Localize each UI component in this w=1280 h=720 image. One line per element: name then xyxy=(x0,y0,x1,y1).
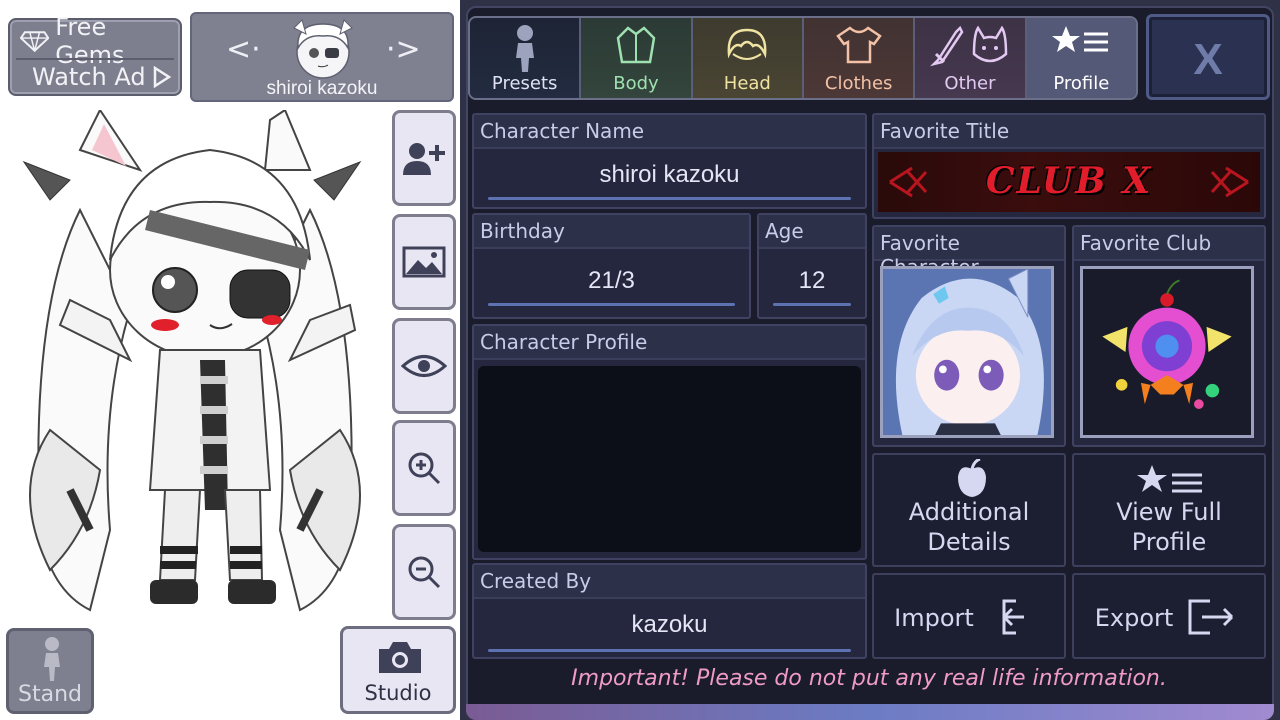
privacy-notice: Important! Please do not put any real li… xyxy=(571,666,1167,691)
birthday-field[interactable]: 21/3 xyxy=(474,267,749,295)
tab-other[interactable]: Other xyxy=(915,18,1027,98)
free-gems-panel[interactable]: Free Gems Watch Ad xyxy=(8,13,182,96)
favorite-title-label: Favorite Title xyxy=(880,119,1010,143)
shirt-icon xyxy=(835,26,882,64)
add-character-button[interactable] xyxy=(392,110,456,206)
additional-details-button[interactable]: Additional Details xyxy=(872,453,1066,567)
star-list-icon xyxy=(1052,26,1109,52)
birthday-box: Birthday 21/3 xyxy=(472,213,751,319)
gem-icon xyxy=(20,31,50,52)
created-by-label: Created By xyxy=(480,569,592,593)
birthday-label: Birthday xyxy=(480,219,565,243)
favorite-title-banner[interactable]: CLUB X xyxy=(878,152,1260,212)
title-right-arrow-icon xyxy=(1210,166,1249,198)
character-profile-textarea[interactable] xyxy=(478,366,861,552)
age-box: Age 12 xyxy=(757,213,867,319)
import-icon xyxy=(1002,599,1024,635)
import-button[interactable]: Import xyxy=(872,573,1066,659)
zoom-out-button[interactable] xyxy=(392,524,456,620)
tab-other-label: Other xyxy=(944,73,996,94)
studio-label: Studio xyxy=(364,681,432,705)
background-button[interactable] xyxy=(392,214,456,310)
tab-clothes-label: Clothes xyxy=(824,73,893,94)
age-label: Age xyxy=(765,219,804,243)
stand-button[interactable]: Stand xyxy=(6,628,94,714)
close-icon: X xyxy=(1193,35,1223,84)
character-selector: <· ·> shiroi kazoku xyxy=(190,12,454,102)
created-by-box: Created By kazoku xyxy=(472,563,867,659)
background-icon xyxy=(402,246,446,278)
character-name-label: Character Name xyxy=(480,119,645,143)
watch-ad-label: Watch Ad xyxy=(32,63,146,91)
zoom-in-icon xyxy=(408,452,441,485)
studio-button[interactable]: Studio xyxy=(340,626,456,714)
zoom-out-icon xyxy=(408,556,441,589)
tab-head[interactable]: Head xyxy=(692,18,804,98)
category-tabs: Presets Body Head Clothes Other Profile xyxy=(468,16,1138,100)
character-select-name: shiroi kazoku xyxy=(266,78,378,99)
export-icon xyxy=(1188,599,1234,635)
person-icon xyxy=(44,637,60,681)
hair-icon xyxy=(727,28,767,60)
tab-head-label: Head xyxy=(723,73,771,94)
prev-character-button[interactable]: <· xyxy=(226,34,261,66)
camera-icon xyxy=(379,642,421,673)
created-by-field[interactable]: kazoku xyxy=(474,611,865,639)
play-icon xyxy=(153,66,171,88)
age-field[interactable]: 12 xyxy=(759,267,865,295)
export-label: Export xyxy=(1094,604,1174,632)
zoom-in-button[interactable] xyxy=(392,420,456,516)
tab-profile-label: Profile xyxy=(1053,73,1110,94)
import-label: Import xyxy=(894,604,974,632)
export-button[interactable]: Export xyxy=(1072,573,1266,659)
tab-body-label: Body xyxy=(613,73,659,94)
favorite-character-portrait[interactable] xyxy=(880,266,1054,438)
birthday-underline xyxy=(488,303,735,306)
tab-body[interactable]: Body xyxy=(581,18,693,98)
tab-profile[interactable]: Profile xyxy=(1026,18,1136,98)
free-gems-button[interactable]: Free Gems xyxy=(20,13,180,69)
divider xyxy=(16,58,174,60)
favorite-club-emblem[interactable] xyxy=(1080,266,1254,438)
name-underline xyxy=(488,197,851,200)
favorite-club-label: Favorite Club xyxy=(1080,231,1212,255)
sword-cat-icon xyxy=(929,25,1008,67)
character-name-field[interactable]: shiroi kazoku xyxy=(474,161,865,189)
age-underline xyxy=(773,303,851,306)
view-full-profile-label: View Full Profile xyxy=(1116,498,1222,556)
add-character-icon xyxy=(403,143,445,175)
tab-presets-label: Presets xyxy=(491,73,558,94)
character-preview[interactable] xyxy=(10,110,380,620)
view-full-profile-button[interactable]: View Full Profile xyxy=(1072,453,1266,567)
tab-presets[interactable]: Presets xyxy=(470,18,582,98)
character-profile-label: Character Profile xyxy=(480,330,648,354)
created-by-underline xyxy=(488,649,851,652)
eye-icon xyxy=(401,355,447,377)
panel-bottom-strip xyxy=(466,704,1274,720)
visibility-button[interactable] xyxy=(392,318,456,414)
free-gems-label: Free Gems xyxy=(55,13,125,69)
jacket-icon xyxy=(616,26,656,64)
star-list-icon xyxy=(1137,465,1202,493)
presets-icon xyxy=(515,25,534,72)
close-button[interactable]: X xyxy=(1146,14,1270,100)
next-character-button[interactable]: ·> xyxy=(386,34,421,66)
watch-ad-button[interactable]: Watch Ad xyxy=(32,62,172,92)
character-thumbnail[interactable] xyxy=(288,18,358,82)
character-name-box: Character Name shiroi kazoku xyxy=(472,113,867,209)
additional-details-label: Additional Details xyxy=(908,498,1030,556)
tab-clothes[interactable]: Clothes xyxy=(803,18,916,98)
character-profile-box: Character Profile xyxy=(472,324,867,560)
stand-label: Stand xyxy=(18,682,82,707)
apple-icon xyxy=(958,459,986,497)
